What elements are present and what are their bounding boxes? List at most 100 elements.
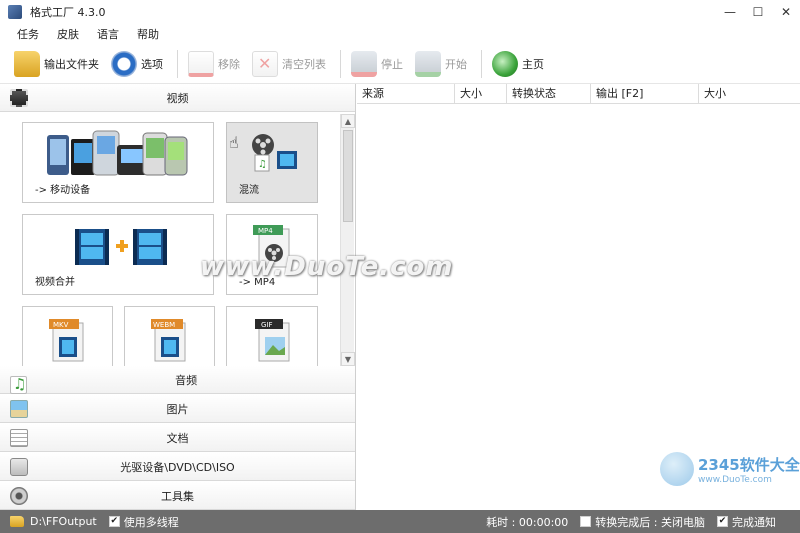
output-folder-label: 输出文件夹 — [44, 57, 99, 71]
category-picture[interactable]: 图片 — [0, 395, 355, 423]
after-convert-label: 转换完成后 : 关闭电脑 — [595, 515, 705, 529]
picture-icon — [10, 400, 28, 418]
column-size[interactable]: 大小 — [455, 84, 507, 104]
column-output-size[interactable]: 大小 — [699, 84, 800, 104]
disc-drive-icon — [10, 458, 28, 476]
window-controls: — ☐ ✕ — [716, 0, 800, 24]
category-tools-label: 工具集 — [161, 489, 194, 503]
folder-icon — [14, 50, 40, 77]
clear-list-icon — [252, 50, 278, 77]
close-button[interactable]: ✕ — [772, 0, 800, 24]
mascot-icon — [660, 452, 694, 486]
tile-mobile-device[interactable]: -> 移动设备 — [22, 122, 214, 203]
category-panel: 视频 -> 移动设备 ♫ 混流 ☝ 视频合并 MP4 -> MP4 MKV WE… — [0, 84, 356, 510]
gif-badge: GIF — [261, 321, 273, 329]
tile-mobile-device-label: -> 移动设备 — [35, 185, 91, 196]
remove-file-icon — [188, 50, 214, 77]
brand-name: 2345软件大全 — [698, 455, 800, 474]
video-merge-icon — [75, 229, 167, 265]
webm-file-icon: WEBM — [151, 319, 186, 362]
clear-list-label: 清空列表 — [282, 57, 326, 71]
stop-button[interactable]: 停止 — [347, 47, 407, 81]
home-label: 主页 — [522, 57, 544, 71]
start-button[interactable]: 开始 — [411, 47, 471, 81]
multithread-checkbox[interactable]: ✔ — [108, 516, 120, 527]
task-list-header: 来源 大小 转换状态 输出 [F2] 大小 — [357, 84, 800, 104]
window-title: 格式工厂 4.3.0 — [30, 6, 106, 19]
column-status[interactable]: 转换状态 — [507, 84, 591, 104]
toolbar-separator — [177, 49, 178, 78]
app-icon — [8, 5, 22, 19]
tile-mux-label: 混流 — [239, 185, 259, 196]
category-tools[interactable]: 工具集 — [0, 482, 355, 510]
options-label: 选项 — [141, 57, 163, 71]
tile-video-merge[interactable]: 视频合并 — [22, 214, 214, 295]
category-disc-label: 光驱设备\DVD\CD\ISO — [120, 460, 235, 474]
category-document-label: 文档 — [166, 431, 189, 445]
task-list-panel: 来源 大小 转换状态 输出 [F2] 大小 — [357, 84, 800, 510]
remove-label: 移除 — [218, 57, 240, 71]
output-folder-icon[interactable] — [10, 516, 24, 527]
title-bar: 格式工厂 4.3.0 — ☐ ✕ — [0, 0, 800, 24]
column-output[interactable]: 输出 [F2] — [591, 84, 699, 104]
mkv-badge: MKV — [53, 321, 69, 329]
options-icon — [111, 50, 137, 77]
output-path[interactable]: D:\FFOutput — [30, 515, 97, 528]
multithread-label: 使用多线程 — [123, 515, 179, 529]
status-right: 耗时 : 00:00:00 ✔ 转换完成后 : 关闭电脑 ✔ 完成通知 — [480, 510, 776, 533]
stop-label: 停止 — [381, 57, 403, 71]
brand-url: www.DuoTe.com — [698, 474, 772, 485]
mobile-devices-icon — [47, 130, 188, 176]
video-function-grid: -> 移动设备 ♫ 混流 ☝ 视频合并 MP4 -> MP4 MKV WEBM … — [8, 114, 340, 380]
brand-watermark: 2345软件大全 www.DuoTe.com — [660, 452, 800, 486]
toolbar-separator — [340, 49, 341, 78]
document-icon — [10, 429, 28, 447]
category-video[interactable]: 视频 — [0, 84, 355, 112]
minimize-button[interactable]: — — [716, 0, 744, 24]
category-disc[interactable]: 光驱设备\DVD\CD\ISO — [0, 453, 355, 481]
menu-language[interactable]: 语言 — [88, 26, 128, 42]
start-label: 开始 — [445, 57, 467, 71]
music-note-icon — [10, 375, 28, 394]
webm-badge: WEBM — [153, 321, 175, 329]
film-icon — [10, 89, 28, 107]
menu-task[interactable]: 任务 — [8, 26, 48, 42]
notify-label: 完成通知 — [732, 515, 776, 529]
menu-bar: 任务 皮肤 语言 帮助 — [0, 24, 800, 44]
category-document[interactable]: 文档 — [0, 424, 355, 452]
category-scrollbar[interactable]: ▲ ▼ — [340, 114, 355, 366]
after-convert-checkbox[interactable]: ✔ — [580, 516, 592, 527]
category-audio[interactable]: 音频 — [0, 366, 355, 394]
mux-film-reel-icon: ♫ — [252, 134, 297, 172]
scroll-down-arrow-icon[interactable]: ▼ — [341, 352, 355, 366]
options-button[interactable]: 选项 — [107, 47, 167, 81]
stop-icon — [351, 50, 377, 77]
toolbar: 输出文件夹 选项 移除 清空列表 停止 开始 主页 — [0, 44, 800, 84]
mkv-file-icon: MKV — [49, 319, 84, 362]
menu-help[interactable]: 帮助 — [128, 26, 168, 42]
status-bar: D:\FFOutput ✔ 使用多线程 耗时 : 00:00:00 ✔ 转换完成… — [0, 510, 800, 533]
hand-cursor-icon: ☝ — [229, 133, 239, 152]
category-video-label: 视频 — [166, 91, 189, 105]
category-audio-label: 音频 — [175, 373, 198, 387]
start-icon — [415, 50, 441, 77]
scroll-up-arrow-icon[interactable]: ▲ — [341, 114, 355, 128]
remove-button[interactable]: 移除 — [184, 47, 244, 81]
clear-list-button[interactable]: 清空列表 — [248, 47, 330, 81]
maximize-button[interactable]: ☐ — [744, 0, 772, 24]
mp4-badge: MP4 — [258, 227, 273, 235]
scroll-thumb[interactable] — [343, 130, 353, 222]
menu-skin[interactable]: 皮肤 — [48, 26, 88, 42]
tools-gear-icon — [10, 487, 28, 505]
elapsed-time: 耗时 : 00:00:00 — [486, 515, 569, 529]
output-folder-button[interactable]: 输出文件夹 — [10, 47, 103, 81]
gif-file-icon: GIF — [255, 319, 290, 362]
svg-text:♫: ♫ — [258, 159, 267, 170]
column-source[interactable]: 来源 — [357, 84, 455, 104]
home-globe-icon — [492, 50, 518, 77]
notify-checkbox[interactable]: ✔ — [717, 516, 728, 527]
tile-mux[interactable]: ♫ 混流 ☝ — [226, 122, 318, 203]
home-button[interactable]: 主页 — [488, 47, 548, 81]
site-watermark: www.DuoTe.com — [200, 252, 454, 282]
toolbar-separator — [481, 49, 482, 78]
